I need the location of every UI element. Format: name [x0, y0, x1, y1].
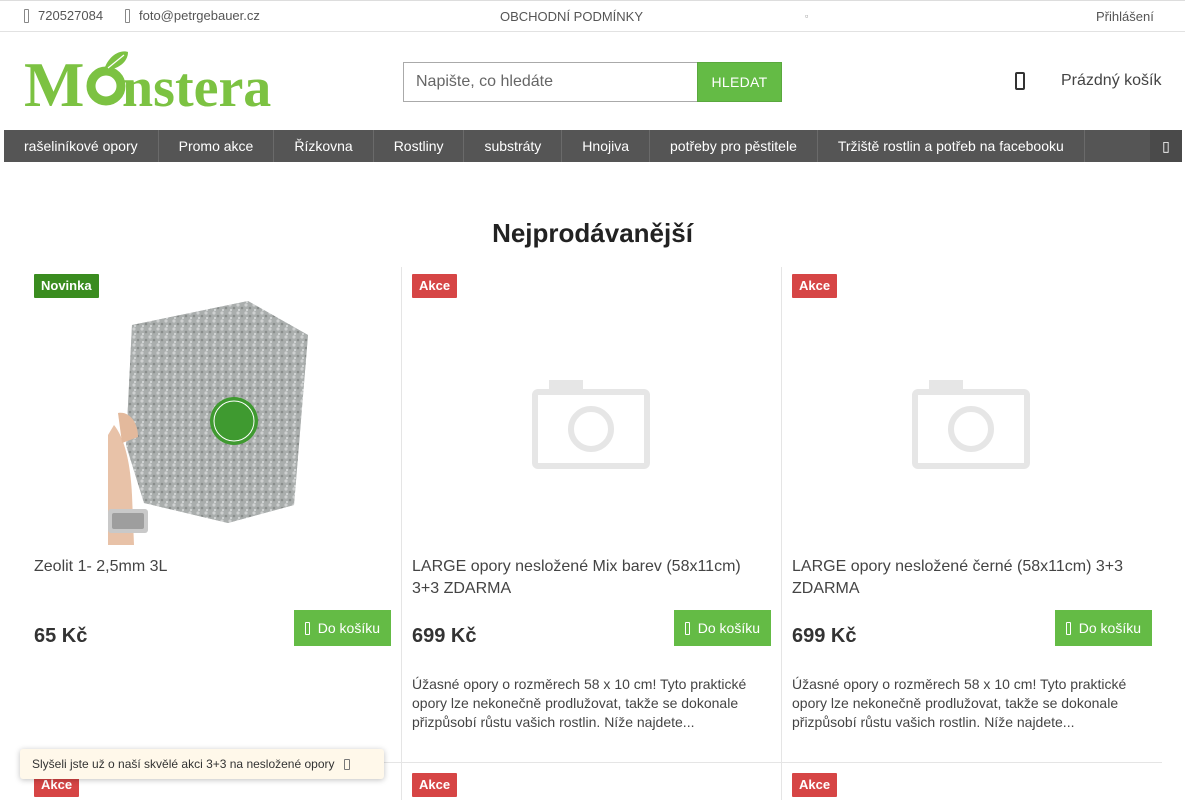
phone-link[interactable]: 720527084	[24, 8, 103, 23]
add-to-cart-label: Do košíku	[1078, 620, 1141, 636]
add-to-cart-button[interactable]: Do košíku	[673, 610, 771, 646]
nav-item-opory[interactable]: rašeliníkové opory	[4, 130, 159, 162]
nav-item-hnojiva[interactable]: Hnojiva	[562, 130, 650, 162]
email-address: foto@petrgebauer.cz	[139, 8, 260, 23]
monstera-logo-icon: M nstera	[24, 49, 271, 120]
cart-label: Prázdný košík	[1061, 72, 1162, 89]
promo-toast-text: Slyšeli jste už o naší skvělé akci 3+3 n…	[32, 757, 335, 771]
main-navigation: rašeliníkové opory Promo akce Řízkovna R…	[4, 130, 1182, 162]
add-to-cart-button[interactable]: Do košíku	[293, 610, 391, 646]
add-to-cart-label: Do košíku	[697, 620, 760, 636]
add-to-cart-label: Do košíku	[317, 620, 380, 636]
section-title: Nejprodávanější	[492, 218, 693, 248]
nav-item-substraty[interactable]: substráty	[464, 130, 563, 162]
product-price: 699 Kč	[792, 625, 857, 647]
nav-item-trziste[interactable]: Tržiště rostlin a potřeb na facebooku	[818, 130, 1085, 162]
phone-icon	[24, 8, 29, 23]
cart-icon	[304, 621, 310, 635]
camera-placeholder-icon	[912, 380, 1030, 469]
product-price: 65 Kč	[34, 625, 88, 647]
badge-sale: Akce	[792, 773, 838, 797]
close-icon[interactable]	[343, 758, 350, 770]
nav-item-potreby[interactable]: potřeby pro pěstitele	[650, 130, 818, 162]
zeolite-bag-image	[108, 301, 308, 545]
cart-icon	[1015, 72, 1025, 90]
product-image-placeholder[interactable]	[792, 295, 1150, 545]
product-card: Akce	[402, 763, 782, 800]
search-bar: HLEDAT	[403, 62, 782, 102]
svg-text:nstera: nstera	[122, 57, 271, 110]
product-card: Akce LARGE opory nesložené Mix barev (58…	[402, 267, 782, 762]
nav-item-promo[interactable]: Promo akce	[159, 130, 275, 162]
email-icon	[125, 8, 130, 23]
product-card: Novinka Zeolit 1- 2,5mm 3L 65 Kč Do koší…	[24, 267, 402, 762]
product-image[interactable]	[34, 295, 392, 545]
nav-more-icon[interactable]: ▯	[1150, 130, 1182, 162]
top-bar: 720527084 foto@petrgebauer.cz OBCHODNÍ P…	[0, 0, 1185, 32]
promo-toast[interactable]: Slyšeli jste už o naší skvělé akci 3+3 n…	[20, 749, 384, 779]
add-to-cart-button[interactable]: Do košíku	[1054, 610, 1152, 646]
product-name[interactable]: Zeolit 1- 2,5mm 3L	[34, 556, 384, 578]
email-link[interactable]: foto@petrgebauer.cz	[125, 8, 260, 23]
cart-link[interactable]: Prázdný košík	[1015, 72, 1161, 90]
site-logo[interactable]: M nstera	[24, 49, 299, 120]
product-name[interactable]: LARGE opory nesložené Mix barev (58x11cm…	[412, 556, 762, 600]
login-link[interactable]: Přihlášení	[1096, 9, 1154, 24]
dropdown-icon[interactable]: ▫	[805, 11, 808, 21]
cart-icon	[1065, 621, 1071, 635]
product-description: Úžasné opory o rozměrech 58 x 10 cm! Tyt…	[792, 676, 1127, 730]
search-input[interactable]	[403, 62, 697, 102]
product-card: Akce	[782, 763, 1162, 800]
camera-placeholder-icon	[532, 380, 650, 469]
product-image-placeholder[interactable]	[412, 295, 770, 545]
product-name[interactable]: LARGE opory nesložené černé (58x11cm) 3+…	[792, 556, 1142, 600]
product-card: Akce LARGE opory nesložené černé (58x11c…	[782, 267, 1162, 762]
cart-icon	[684, 621, 690, 635]
terms-link[interactable]: OBCHODNÍ PODMÍNKY	[500, 9, 643, 24]
nav-item-rostliny[interactable]: Rostliny	[374, 130, 465, 162]
product-description: Úžasné opory o rozměrech 58 x 10 cm! Tyt…	[412, 676, 747, 730]
svg-text:M: M	[24, 50, 84, 110]
phone-number: 720527084	[38, 8, 104, 23]
product-price: 699 Kč	[412, 625, 477, 647]
search-button[interactable]: HLEDAT	[697, 62, 782, 102]
badge-sale: Akce	[412, 773, 458, 797]
nav-item-rizkovna[interactable]: Řízkovna	[274, 130, 374, 162]
